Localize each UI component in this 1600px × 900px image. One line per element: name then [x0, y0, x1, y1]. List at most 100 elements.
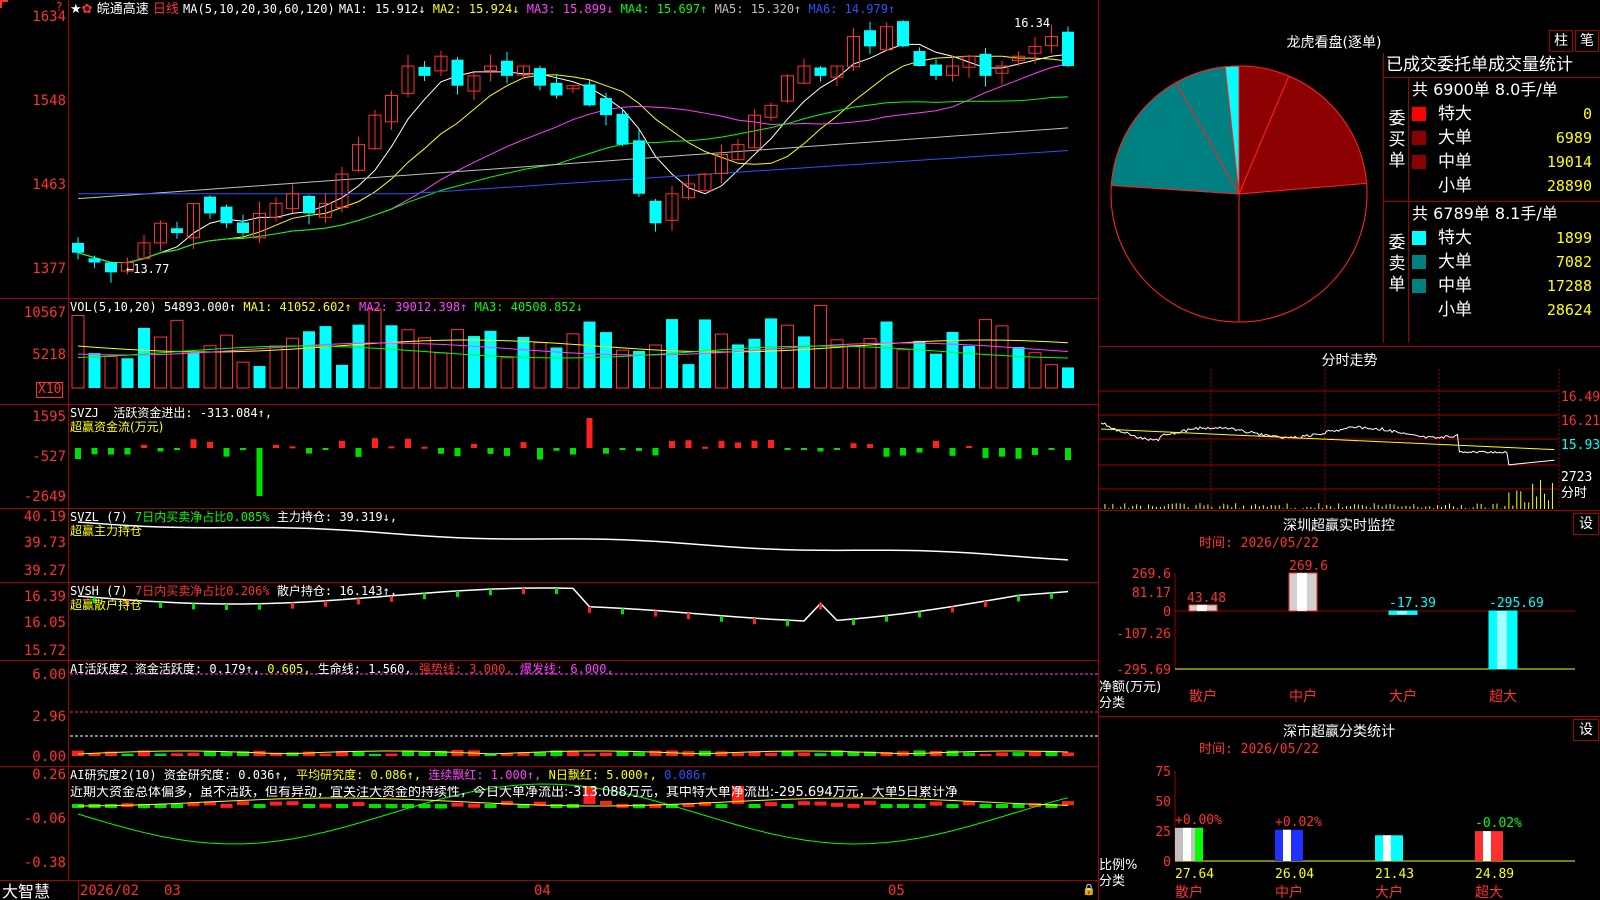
price-tick: 1634 [32, 9, 66, 25]
candle-body [616, 113, 629, 145]
sc-ylabel: 比例% [1099, 858, 1138, 873]
retail-marker [555, 588, 558, 595]
sc-category-label: 超大 [1475, 885, 1503, 900]
research-bar [468, 803, 480, 808]
research-bar [715, 804, 728, 808]
intraday-chart[interactable] [1099, 369, 1600, 511]
volume-bar [765, 318, 777, 388]
retail-marker [258, 603, 261, 610]
volume-bar [896, 349, 910, 389]
flow-bar [652, 448, 659, 456]
svzl-title: SVZL (7) [70, 510, 128, 524]
row-name: 中单 [1438, 276, 1472, 296]
axis-divider [68, 0, 69, 880]
vol-title: VOL(5,10,20) [70, 300, 157, 314]
retail-marker [159, 601, 162, 608]
sc-title: 深市超赢分类统计 [1283, 724, 1395, 740]
sc-bar-chart[interactable]: 75 50 25 0 +0.00% 27.64 散户 +0.02% 26.04 中户 21.43 大户… [1099, 741, 1600, 900]
activity-bar [963, 752, 975, 756]
intraday-tick: 16.49 [1561, 390, 1600, 405]
flow-bar [141, 444, 147, 448]
svzl-tick: 39.27 [23, 563, 66, 579]
sz-ylabel: 净额(万元) [1099, 680, 1162, 695]
retail-marker [1017, 595, 1020, 602]
svsh-panel[interactable]: SVSH (7) 7日内买卖净占比0.206% 散户持仓: 16.143↑, 超… [0, 582, 1100, 660]
row-volume: 0 [1582, 105, 1592, 123]
research-bar [237, 801, 249, 806]
svzl-tick: 40.19 [23, 509, 66, 525]
lock-icon[interactable]: 🔒 [1082, 883, 1096, 897]
svzj-value: -313.084↑, [199, 406, 273, 420]
ai3-comment: 近期大资金总体偏多，虽不活跃，但有异动，宜关注大资金的持续性，今日大单净流出:-… [70, 786, 958, 800]
activity-bar [748, 751, 761, 756]
star-icon[interactable]: ★ [70, 2, 82, 17]
sc-axis-label: 75 [1155, 765, 1171, 780]
sz-monitor-panel[interactable]: 深圳超赢实时监控 设 时间: 2026/05/22 269.6 81.17 0 -10… [1099, 510, 1600, 716]
ma-legend-item: MA2: 15.924↓ [425, 2, 520, 16]
flow-bar [438, 448, 444, 454]
sc-value-label: 27.64 [1175, 867, 1214, 882]
sz-axis-label: -295.69 [1116, 663, 1171, 678]
flow-bar [949, 448, 956, 456]
activity-bar [319, 753, 332, 756]
sc-stats-panel[interactable]: 深市超赢分类统计 设 时间: 2026/05/22 75 50 25 0 +0.00% 2… [1099, 716, 1600, 900]
kline-chart[interactable] [0, 0, 1100, 298]
svzj-panel[interactable]: SVZJ 活跃资金进出: -313.084↑, 超赢资金流(万元) 1595 -… [0, 404, 1100, 508]
period-label[interactable]: 日线 [153, 2, 179, 17]
volume-bar [319, 326, 332, 388]
intraday-panel[interactable]: 分时走势 16.49 16.21 15.93 2723 分时 [1099, 346, 1600, 510]
longhu-pie-chart[interactable] [1099, 52, 1383, 342]
ai-activity-panel[interactable]: AI活跃度2 资金活跃度: 0.179↑, 0.605, 生命线: 1.560,… [0, 660, 1100, 766]
sz-bar-chart[interactable]: 269.6 81.17 0 -107.26 -295.69 43.48 散户 269.6 中户 -… [1099, 551, 1600, 717]
sc-change-label: +0.00% [1175, 813, 1222, 828]
volume-panel[interactable]: VOL(5,10,20) 54893.000↑ MA1: 41052.602↑ … [0, 298, 1100, 404]
sz-settings-button[interactable]: 设 [1573, 513, 1599, 535]
sc-settings-button[interactable]: 设 [1573, 719, 1599, 741]
row-pct: 31% [1588, 275, 1600, 297]
research-bar [336, 804, 348, 808]
activity-bar [600, 752, 612, 756]
sell-summary: 共 6789单 8.1手/单 [1412, 204, 1558, 223]
flow-bar [454, 448, 461, 457]
svzl-panel[interactable]: SVZL (7) 7日内买卖净占比0.085% 主力持仓: 39.319↓, 超… [0, 508, 1100, 582]
volume-bar [500, 357, 514, 389]
svzl-label1: 7日内买卖净占比0.085% [135, 510, 270, 524]
volume-bar [1012, 346, 1025, 388]
sc-category-label: 大户 [1375, 884, 1403, 900]
retail-marker [324, 600, 327, 607]
svzj-tick: 1595 [32, 409, 66, 425]
activity-bar [649, 750, 662, 756]
sz-value-label: -295.69 [1489, 596, 1544, 611]
sz-category-label: 超大 [1489, 689, 1517, 705]
ai-research-chart[interactable] [0, 766, 1100, 880]
candle-body [864, 30, 876, 47]
volume-bar [187, 353, 200, 388]
tick-mode-button[interactable]: 笔 [1575, 30, 1599, 52]
flow-bar [355, 448, 362, 457]
stock-name[interactable]: 皖通高速 [97, 2, 149, 17]
pie-slice [1238, 182, 1368, 323]
retail-marker [687, 613, 690, 620]
volume-bar [963, 345, 975, 388]
volume-bar [748, 338, 761, 388]
longhu-panel[interactable]: 龙虎看盘(逐单) 柱 笔 已成交委托单成交量统计 委买单 共 6900单 8.0… [1099, 0, 1600, 346]
low-annotation: ←13.77 [126, 262, 170, 276]
sc-change-label: -0.02% [1475, 816, 1522, 831]
row-name: 中单 [1438, 152, 1472, 172]
ma-line [78, 150, 1069, 195]
kline-panel[interactable]: ★✿ 皖通高速 日线 MA(5,10,20,30,60,120) MA1: 15… [0, 0, 1100, 298]
research-bar [1062, 801, 1074, 806]
flag-icon[interactable]: ✿ [82, 2, 93, 17]
sc-change-label: +0.02% [1275, 815, 1322, 830]
sz-value-label: -17.39 [1389, 596, 1436, 611]
volume-bar [880, 321, 893, 388]
research-bar [451, 802, 464, 807]
flow-bar [669, 441, 675, 448]
date-label: 05 [888, 883, 905, 899]
flow-bar [999, 448, 1005, 457]
ai-research-panel[interactable]: AI研究度2(10) 资金研究度: 0.036↑, 平均研究度: 0.086↑,… [0, 766, 1100, 880]
terminal-window: ? ★✿ 皖通高速 日线 MA(5,10,20,30,60,120) MA1: … [0, 0, 1600, 900]
activity-bar [814, 753, 827, 756]
bar-mode-button[interactable]: 柱 [1549, 30, 1573, 52]
svzj-title: SVZJ [70, 406, 99, 420]
